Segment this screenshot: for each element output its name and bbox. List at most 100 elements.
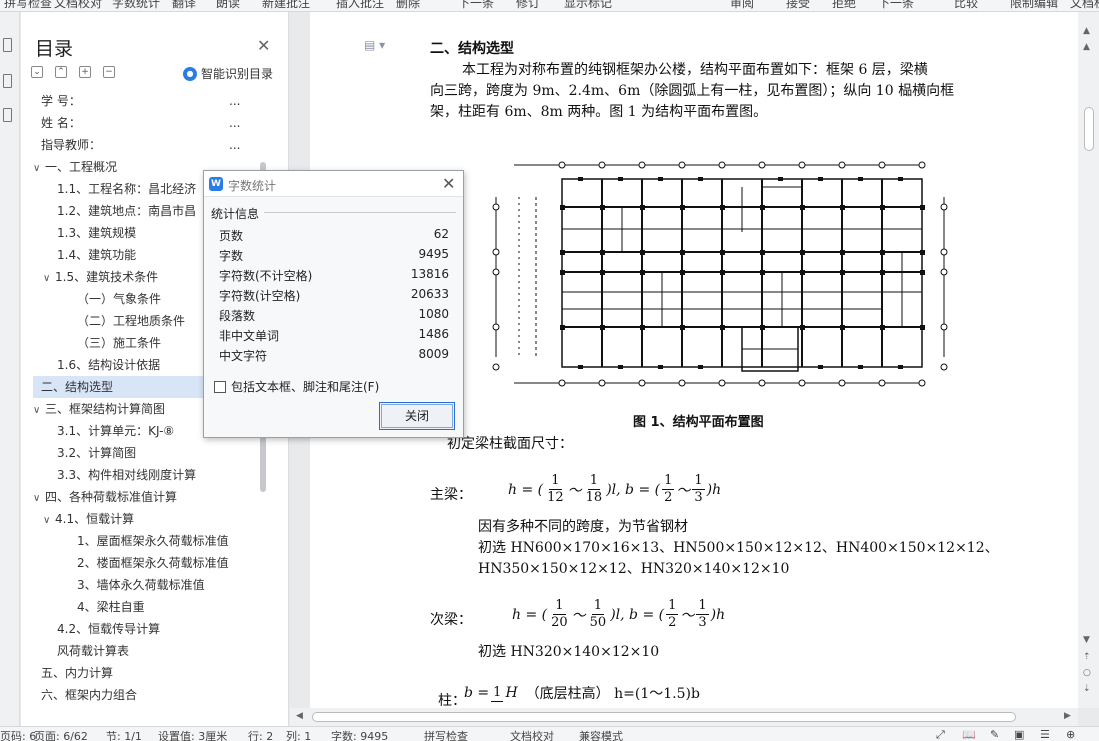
read-mode-icon[interactable]: 📖 <box>962 728 976 741</box>
main-beam-note: 因有多种不同的跨度，为节省钢材 <box>478 519 688 535</box>
page-view-icon[interactable]: ▣ <box>1014 728 1024 741</box>
toc-item-label: 1.6、结构设计依据 <box>57 358 161 372</box>
toolbar-item[interactable]: 比较 <box>954 0 978 11</box>
toolbar-item[interactable]: 删除 <box>396 0 420 11</box>
stat-label: 页数 <box>219 229 244 243</box>
formula-part: )l, b = ( <box>610 606 665 623</box>
dialog-titlebar[interactable]: W 字数统计 ✕ <box>204 171 463 197</box>
toc-item[interactable]: 4.2、恒载传导计算 <box>33 618 261 640</box>
close-icon[interactable]: ✕ <box>442 174 455 193</box>
status-bar: 页码: 6 页面: 6/62 节: 1/1 设置值: 3厘米 行: 2 列: 1… <box>0 726 1099 741</box>
vertical-scrollbar[interactable]: ▲ ▲ ▼ ⇡ ○ ⇣ <box>1078 12 1099 708</box>
paragraph-line: 本工程为对称布置的纯钢框架办公楼，结构平面布置如下：框架 6 层，梁横 <box>462 62 928 78</box>
fraction-num: 1 <box>591 598 605 615</box>
scroll-up-icon[interactable]: ▲ <box>1083 26 1090 36</box>
toc-item[interactable]: ∨ 四、各种荷载标准值计算 <box>33 486 261 508</box>
select-browse-icon[interactable]: ○ <box>1083 668 1091 678</box>
stat-label: 段落数 <box>219 309 256 323</box>
toc-item[interactable]: 2、楼面框架永久荷载标准值 <box>33 552 261 574</box>
toolbar-item[interactable]: 限制编辑 <box>1010 0 1058 11</box>
prev-page-icon[interactable]: ⇡ <box>1083 652 1091 662</box>
remove-heading-icon[interactable]: − <box>103 66 115 78</box>
include-textbox-checkbox[interactable]: 包括文本框、脚注和尾注(F) <box>214 378 379 395</box>
web-view-icon[interactable]: ⊕ <box>1066 728 1075 741</box>
close-button[interactable]: 关闭 <box>379 402 455 430</box>
scrollbar-thumb[interactable] <box>1084 107 1094 151</box>
chevron-down-icon[interactable]: ∨ <box>33 400 45 422</box>
stat-value: 1486 <box>418 327 449 341</box>
bookmark-view-icon[interactable] <box>3 108 12 122</box>
toc-item[interactable]: 3.3、构件相对线刚度计算 <box>33 464 261 486</box>
fullscreen-icon[interactable]: ⤢ <box>936 728 945 741</box>
stat-value: 8009 <box>418 347 449 361</box>
status-item[interactable]: 页面: 6/62 <box>34 728 88 741</box>
toc-item[interactable]: 风荷载计算表 <box>33 640 261 662</box>
fraction-num: 1 <box>696 598 709 615</box>
smart-recognize-toc-button[interactable]: ● 智能识别目录 <box>183 65 273 82</box>
add-heading-icon[interactable]: + <box>79 66 91 78</box>
toc-item-label: 1、屋面框架永久荷载标准值 <box>77 534 229 548</box>
stat-row: 非中文单词 1486 <box>219 327 449 345</box>
checkbox-box[interactable] <box>214 380 226 393</box>
expand-up-icon[interactable]: ⌃ <box>55 66 67 78</box>
status-item[interactable]: 文档校对 <box>510 728 554 741</box>
toc-item-label: 指导教师： <box>41 138 102 152</box>
toolbar-item[interactable]: 拒绝 <box>832 0 856 11</box>
page-layout-icon[interactable]: ▤ ▾ <box>364 38 385 52</box>
stat-label: 非中文单词 <box>219 329 280 343</box>
toolbar-item[interactable]: 审阅 <box>730 0 754 11</box>
outline-view-icon[interactable]: ☰ <box>1040 728 1050 741</box>
toc-item[interactable]: 五、内力计算 <box>33 662 261 684</box>
stat-row: 页数 62 <box>219 227 449 245</box>
toolbar-item[interactable]: 文档权限 <box>1070 0 1099 11</box>
toc-item[interactable]: 六、框架内力组合 <box>33 684 261 706</box>
fraction-den: 3 <box>698 615 707 630</box>
toolbar-item[interactable]: 朗读 <box>216 0 240 11</box>
close-icon[interactable]: ✕ <box>257 36 270 55</box>
thumbnail-view-icon[interactable] <box>3 74 12 88</box>
chevron-down-icon[interactable]: ∨ <box>33 488 45 510</box>
horizontal-scrollbar[interactable]: ◀ ▶ <box>290 708 1078 726</box>
toolbar-item[interactable]: 插入批注 <box>336 0 384 11</box>
collapse-all-icon[interactable]: ⌄ <box>31 66 43 78</box>
chevron-down-icon[interactable]: ∨ <box>43 268 55 290</box>
toolbar-item[interactable]: 修订 <box>516 0 540 11</box>
fraction-den: 2 <box>664 490 673 505</box>
toolbar-item[interactable]: 字数统计 <box>112 0 160 11</box>
toolbar-item[interactable]: 接受 <box>786 0 810 11</box>
stat-value: 13816 <box>410 267 449 281</box>
scroll-right-icon[interactable]: ▶ <box>1064 711 1071 721</box>
toc-view-icon[interactable] <box>3 38 12 52</box>
status-item: 设置值: 3厘米 <box>158 730 228 741</box>
toc-item[interactable]: 指导教师：... <box>33 134 261 156</box>
next-page-icon[interactable]: ⇣ <box>1083 684 1091 694</box>
ribbon-toolbar: 拼写检查 文档校对 字数统计 翻译 朗读 新建批注 插入批注 删除 下一条 修订… <box>0 0 1099 12</box>
toc-item[interactable]: ∨ 4.1、恒载计算 <box>33 508 261 530</box>
toolbar-item[interactable]: 拼写检查 <box>4 0 52 11</box>
status-item[interactable]: 页码: 6 <box>0 728 36 741</box>
toc-item[interactable]: 学 号：... <box>33 90 261 112</box>
scroll-up-icon[interactable]: ▲ <box>1083 42 1090 52</box>
status-item[interactable]: 字数: 9495 <box>331 728 388 741</box>
status-item[interactable]: 拼写检查 <box>424 728 468 741</box>
toolbar-item[interactable]: 新建批注 <box>262 0 310 11</box>
toc-item[interactable]: 3、墙体永久荷载标准值 <box>33 574 261 596</box>
toc-item[interactable]: 4、梁柱自重 <box>33 596 261 618</box>
toc-item-label: 1.4、建筑功能 <box>57 248 137 262</box>
chevron-down-icon[interactable]: ∨ <box>33 158 45 180</box>
chevron-down-icon[interactable]: ∨ <box>43 510 55 532</box>
pen-icon[interactable]: ✎ <box>990 728 999 741</box>
toolbar-item[interactable]: 显示标记 <box>564 0 612 11</box>
toolbar-item[interactable]: 下一条 <box>458 0 494 11</box>
fraction-den: 20 <box>551 615 568 630</box>
toc-item[interactable]: 姓 名：... <box>33 112 261 134</box>
toolbar-item[interactable]: 文档校对 <box>54 0 102 11</box>
stat-label: 字符数(计空格) <box>219 289 301 303</box>
toolbar-item[interactable]: 翻译 <box>172 0 196 11</box>
toc-item[interactable]: 3.2、计算简图 <box>33 442 261 464</box>
scrollbar-thumb[interactable] <box>312 712 1016 722</box>
toc-item[interactable]: 1、屋面框架永久荷载标准值 <box>33 530 261 552</box>
scroll-left-icon[interactable]: ◀ <box>296 711 303 721</box>
toolbar-item[interactable]: 下一条 <box>878 0 914 11</box>
scroll-down-icon[interactable]: ▼ <box>1083 635 1090 645</box>
